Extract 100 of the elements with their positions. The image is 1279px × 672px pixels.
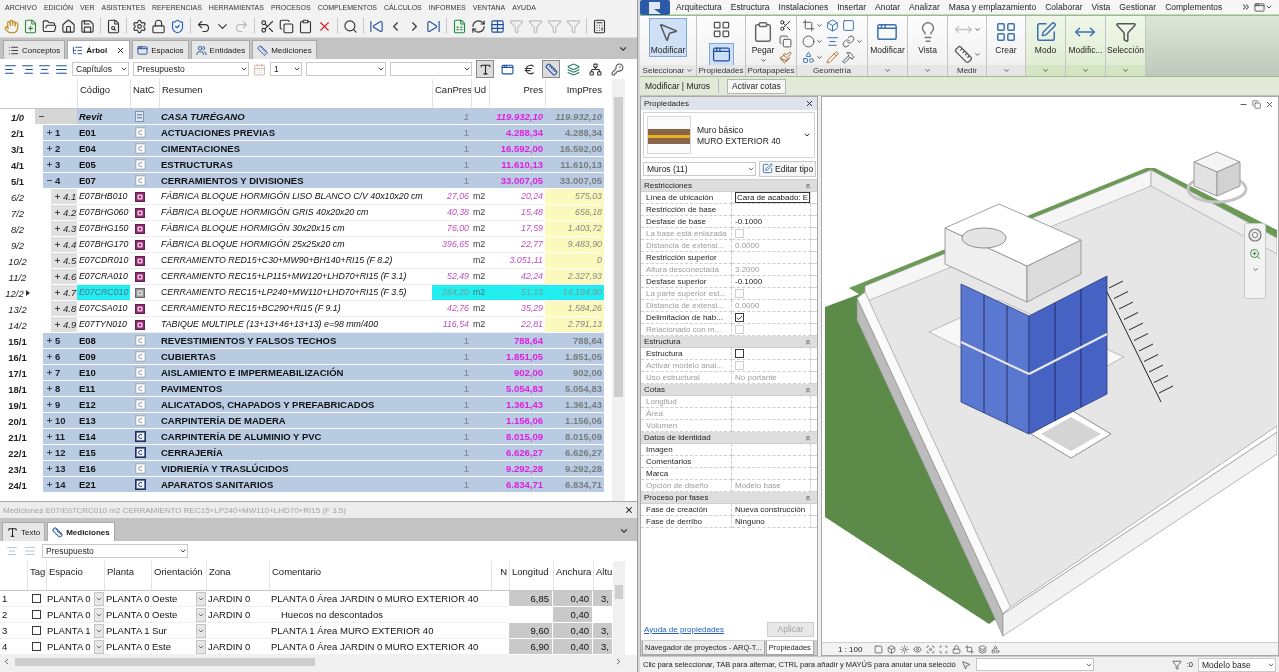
expand-icon[interactable]: [54, 193, 61, 200]
column-header[interactable]: Ud: [471, 79, 489, 108]
column-header[interactable]: Anchura: [553, 561, 593, 590]
folder-icon[interactable]: [42, 18, 57, 34]
house-icon[interactable]: [61, 18, 76, 34]
collapse-icon[interactable]: [38, 113, 45, 120]
column-header[interactable]: ImpPres: [545, 79, 604, 108]
expand-icon[interactable]: [54, 209, 61, 216]
type-selector[interactable]: Muro básico MURO EXTERIOR 40: [643, 112, 815, 158]
app-menu-icon[interactable]: [640, 0, 670, 15]
restore-icon[interactable]: [1252, 100, 1261, 109]
tab[interactable]: Entidades: [190, 40, 251, 59]
expand-icon[interactable]: [46, 353, 53, 360]
expand-icon[interactable]: [46, 129, 53, 136]
ribbon-button[interactable]: Crear: [993, 18, 1019, 57]
collapse-icon[interactable]: [804, 493, 812, 502]
ribbon-tab[interactable]: Insertar: [837, 2, 867, 12]
tab[interactable]: Mediciones: [252, 40, 317, 59]
search-icon[interactable]: [343, 18, 358, 34]
caret-icon[interactable]: [1002, 67, 1010, 74]
column-header[interactable]: CanPres: [432, 79, 471, 108]
dropdown-button[interactable]: [196, 623, 206, 638]
dropdown-button[interactable]: [196, 591, 206, 606]
checkbox[interactable]: [32, 594, 41, 603]
dropdown[interactable]: Presupuesto: [42, 544, 188, 558]
ribbon-button[interactable]: Modific...: [1066, 18, 1105, 57]
input-field[interactable]: Cara de acabado: E: [735, 192, 810, 203]
eye-icon[interactable]: [913, 644, 923, 654]
column-header[interactable]: Comentario: [269, 561, 491, 590]
file-plus-icon[interactable]: [23, 18, 38, 34]
window-icon[interactable]: [1254, 1, 1265, 13]
collapse-icon[interactable]: [804, 337, 812, 346]
expand-icon[interactable]: [46, 481, 53, 488]
section-header[interactable]: Proceso por fases: [641, 492, 817, 504]
undo-icon[interactable]: [196, 18, 211, 34]
expand-icon[interactable]: [46, 145, 53, 152]
steering-wheel-icon[interactable]: [1248, 228, 1262, 242]
caret-icon[interactable]: [1265, 3, 1273, 11]
section-header[interactable]: Cotas: [641, 384, 817, 396]
ribbon-button[interactable]: [825, 18, 839, 32]
caret-icon[interactable]: [884, 67, 891, 74]
dropdown-button[interactable]: [196, 639, 206, 654]
ribbon-button[interactable]: Selección: [1105, 18, 1146, 57]
caret-icon[interactable]: [686, 67, 694, 74]
calculator-icon[interactable]: [592, 18, 607, 34]
value-cell[interactable]: [732, 468, 811, 480]
toggle-button[interactable]: [476, 60, 494, 78]
ribbon-tab[interactable]: Gestionar: [1119, 2, 1157, 12]
section-header[interactable]: Estructura: [641, 336, 817, 348]
dropdown-button[interactable]: [94, 623, 104, 638]
tab[interactable]: Árbol: [67, 40, 131, 59]
file-search-icon[interactable]: [106, 18, 121, 34]
expand-icon[interactable]: [54, 257, 61, 264]
column-header[interactable]: N: [491, 561, 509, 590]
caret-icon[interactable]: [1082, 67, 1089, 74]
ribbon-tab[interactable]: Instalaciones: [778, 2, 829, 12]
tab[interactable]: Conceptos: [3, 40, 66, 59]
checkbox[interactable]: [32, 610, 41, 619]
expand-icon[interactable]: [46, 417, 53, 424]
gear-icon[interactable]: [132, 18, 147, 34]
ribbon-tab[interactable]: Complementos: [1165, 2, 1223, 12]
toggle-button[interactable]: [542, 60, 560, 78]
dropdown[interactable]: Muros (11): [643, 161, 756, 176]
expand-icon[interactable]: [54, 321, 61, 328]
caret-icon[interactable]: [619, 526, 629, 536]
expand-icon[interactable]: [54, 305, 61, 312]
align-justify-icon[interactable]: [55, 62, 68, 76]
expand-icon[interactable]: [46, 449, 53, 456]
align-left-icon[interactable]: [4, 62, 17, 76]
dropdown[interactable]: Presupuesto: [133, 62, 249, 76]
expand-icon[interactable]: [54, 273, 61, 280]
expand-icon[interactable]: [46, 465, 53, 472]
caret-icon[interactable]: [1042, 67, 1049, 74]
scan-icon[interactable]: [939, 644, 949, 654]
vertical-scrollbar[interactable]: [612, 79, 625, 501]
tab[interactable]: Espacios: [132, 40, 189, 59]
skip-back-icon[interactable]: [369, 18, 384, 34]
square-icon[interactable]: [874, 644, 884, 654]
column-header[interactable]: Planta: [104, 561, 151, 590]
value-cell[interactable]: [732, 444, 811, 456]
close-icon[interactable]: [624, 505, 634, 515]
lock-icon[interactable]: [151, 18, 166, 34]
expand-icon[interactable]: [46, 337, 53, 344]
ribbon-button[interactable]: Modificar: [648, 18, 688, 57]
zoom-icon[interactable]: [1249, 248, 1261, 260]
ribbon-button[interactable]: [779, 18, 793, 32]
edit-type-button[interactable]: Editar tipo: [759, 160, 817, 177]
ribbon-tab[interactable]: Anotar: [875, 2, 901, 12]
clipboard-icon[interactable]: [298, 18, 313, 34]
close-icon[interactable]: [805, 99, 814, 108]
expand-icon[interactable]: [54, 289, 61, 296]
ribbon-button[interactable]: [708, 43, 734, 66]
scale-label[interactable]: 1 : 100: [838, 644, 863, 654]
section-header[interactable]: Datos de identidad: [641, 432, 817, 444]
skip-forward-icon[interactable]: [426, 18, 441, 34]
close-icon[interactable]: [1265, 100, 1274, 109]
dropdown-button[interactable]: [94, 639, 104, 654]
caret-icon[interactable]: [924, 67, 931, 74]
checkbox[interactable]: [32, 642, 41, 651]
expand-icon[interactable]: [46, 385, 53, 392]
